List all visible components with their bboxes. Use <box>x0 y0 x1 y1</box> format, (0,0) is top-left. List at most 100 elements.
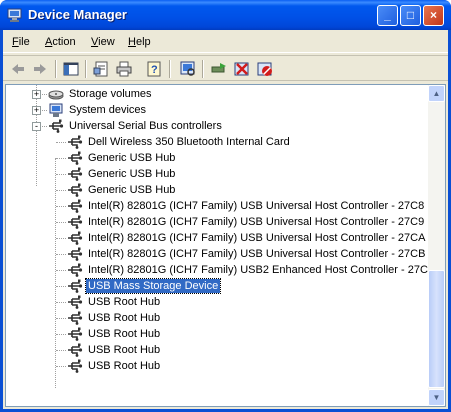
close-button[interactable]: × <box>423 5 444 26</box>
usb-device-icon <box>68 135 83 149</box>
tree-device-label: Intel(R) 82801G (ICH7 Family) USB Univer… <box>88 232 426 244</box>
device-manager-window: Device Manager _ □ × File Action View He… <box>0 0 451 412</box>
window-body: File Action View Help ? + Storage volume… <box>3 30 448 409</box>
toolbar-separator <box>85 60 87 78</box>
device-tree[interactable]: + Storage volumes + System devices - Universa… <box>5 84 446 407</box>
tree-category-label: Universal Serial Bus controllers <box>69 120 222 132</box>
tree-device-label: Dell Wireless 350 Bluetooth Internal Car… <box>88 136 290 148</box>
tree-line <box>56 270 66 271</box>
back-icon[interactable] <box>9 60 27 78</box>
tree-device-label: Generic USB Hub <box>88 184 176 196</box>
tree-device[interactable]: Intel(R) 82801G (ICH7 Family) USB Univer… <box>6 230 426 246</box>
tree-device-label: USB Mass Storage Device <box>84 278 222 294</box>
tree-device-label: USB Root Hub <box>88 360 161 372</box>
tree-device[interactable]: Generic USB Hub <box>6 182 426 198</box>
scroll-thumb[interactable] <box>428 270 445 388</box>
system-devices-icon <box>49 103 63 117</box>
tree-device[interactable]: USB Root Hub <box>6 342 426 358</box>
menu-view[interactable]: View <box>91 36 115 48</box>
tree-device[interactable]: USB Root Hub <box>6 294 426 310</box>
tree-line <box>56 318 66 319</box>
tree-device[interactable]: Intel(R) 82801G (ICH7 Family) USB Univer… <box>6 198 426 214</box>
print-icon[interactable] <box>115 60 133 78</box>
maximize-button[interactable]: □ <box>400 5 421 26</box>
toolbar: ? <box>3 55 448 81</box>
expand-button[interactable]: + <box>32 106 41 115</box>
uninstall-icon[interactable] <box>233 60 251 78</box>
tree-device-label: Intel(R) 82801G (ICH7 Family) USB Univer… <box>88 248 426 260</box>
tree-device-label: USB Root Hub <box>88 344 161 356</box>
usb-device-icon <box>68 295 83 309</box>
storage-volumes-icon <box>48 90 64 100</box>
usb-device-icon <box>68 167 83 181</box>
expand-button[interactable]: + <box>32 90 41 99</box>
title-bar[interactable]: Device Manager _ □ × <box>0 0 451 30</box>
usb-device-icon <box>68 279 83 293</box>
usb-device-icon <box>68 359 83 373</box>
tree-line <box>56 206 66 207</box>
tree-line <box>56 222 66 223</box>
usb-device-icon <box>68 215 83 229</box>
menu-help[interactable]: Help <box>128 36 151 48</box>
tree-line <box>56 190 66 191</box>
tree-category-label: Storage volumes <box>69 88 152 100</box>
tree-line <box>56 254 66 255</box>
help-icon[interactable]: ? <box>145 60 163 78</box>
menu-view-label: iew <box>98 36 115 48</box>
tree-device-label: Intel(R) 82801G (ICH7 Family) USB Univer… <box>88 216 425 228</box>
properties-icon[interactable] <box>92 60 110 78</box>
forward-icon[interactable] <box>31 60 49 78</box>
tree-category-label: System devices <box>69 104 147 116</box>
menu-action[interactable]: Action <box>45 36 76 48</box>
collapse-button[interactable]: - <box>32 122 41 131</box>
tree-line <box>56 286 66 287</box>
toolbar-separator <box>55 60 57 78</box>
tree-device[interactable]: Dell Wireless 350 Bluetooth Internal Car… <box>6 134 426 150</box>
tree-device[interactable]: USB Mass Storage Device <box>6 278 426 294</box>
tree-device[interactable]: Intel(R) 82801G (ICH7 Family) USB2 Enhan… <box>6 262 436 278</box>
svg-text:?: ? <box>151 64 158 76</box>
minimize-button[interactable]: _ <box>377 5 398 26</box>
disable-icon[interactable] <box>256 60 274 78</box>
tree-device-label: USB Root Hub <box>88 296 161 308</box>
menu-action-label: ction <box>52 36 76 48</box>
tree-device-label: USB Root Hub <box>88 312 161 324</box>
window-title: Device Manager <box>28 7 127 22</box>
menu-file[interactable]: File <box>12 36 30 48</box>
tree-line <box>56 158 66 159</box>
tree-device-label: Generic USB Hub <box>88 152 176 164</box>
tree-line <box>56 174 66 175</box>
show-hide-console-tree-icon[interactable] <box>62 60 80 78</box>
toolbar-separator <box>202 60 204 78</box>
tree-line <box>56 302 66 303</box>
usb-device-icon <box>68 311 83 325</box>
usb-device-icon <box>68 183 83 197</box>
usb-device-icon <box>68 263 83 277</box>
tree-device[interactable]: Generic USB Hub <box>6 150 426 166</box>
tree-device[interactable]: Intel(R) 82801G (ICH7 Family) USB Univer… <box>6 246 426 262</box>
tree-device-label: Intel(R) 82801G (ICH7 Family) USB Univer… <box>88 200 425 212</box>
tree-line <box>56 142 66 143</box>
scan-hardware-icon[interactable] <box>179 60 197 78</box>
tree-device-label: Generic USB Hub <box>88 168 176 180</box>
usb-device-icon <box>68 199 83 213</box>
tree-line <box>56 350 66 351</box>
usb-device-icon <box>68 343 83 357</box>
menu-bar: File Action View Help <box>3 33 448 53</box>
tree-device[interactable]: Generic USB Hub <box>6 166 426 182</box>
tree-device[interactable]: USB Root Hub <box>6 326 426 342</box>
tree-device[interactable]: Intel(R) 82801G (ICH7 Family) USB Univer… <box>6 214 426 230</box>
scroll-down-button[interactable]: ▼ <box>428 389 445 406</box>
tree-category[interactable]: + System devices <box>6 102 426 118</box>
vertical-scrollbar[interactable]: ▲ ▼ <box>428 85 445 406</box>
update-driver-icon[interactable] <box>210 60 228 78</box>
tree-category[interactable]: + Storage volumes <box>6 86 426 102</box>
usb-device-icon <box>68 151 83 165</box>
tree-category[interactable]: - Universal Serial Bus controllers <box>6 118 426 134</box>
usb-device-icon <box>68 231 83 245</box>
tree-device[interactable]: USB Root Hub <box>6 310 426 326</box>
tree-line <box>56 238 66 239</box>
tree-line <box>56 366 66 367</box>
tree-device[interactable]: USB Root Hub <box>6 358 426 374</box>
scroll-up-button[interactable]: ▲ <box>428 85 445 102</box>
